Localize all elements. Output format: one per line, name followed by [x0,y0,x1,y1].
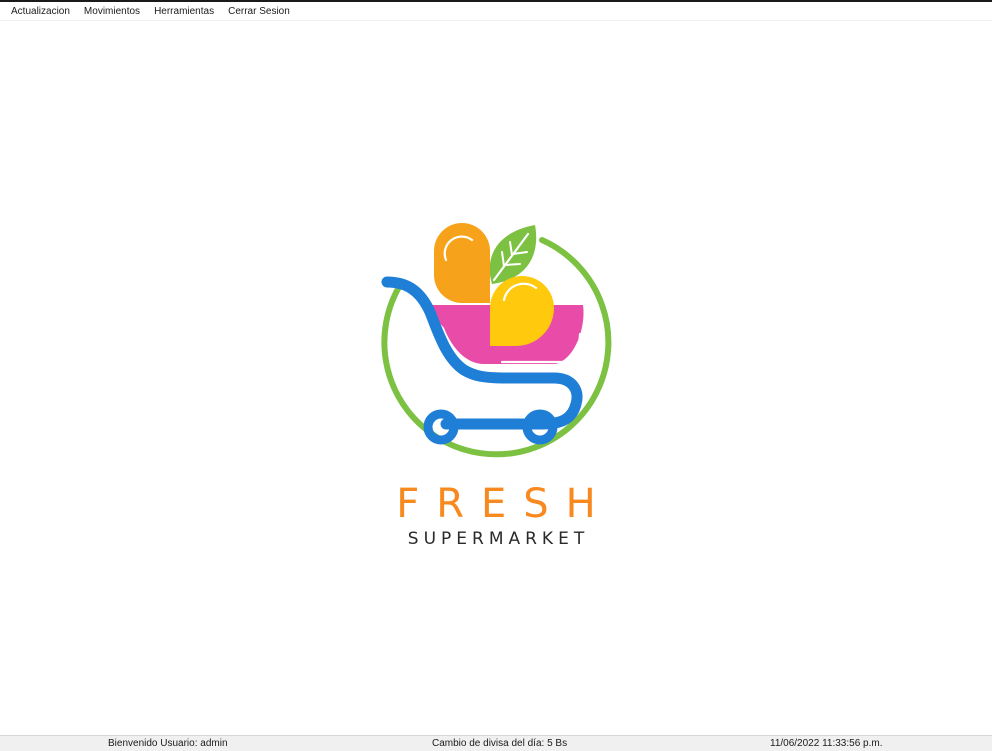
menu-herramientas[interactable]: Herramientas [147,2,221,21]
main-window: Actualizacion Movimientos Herramientas C… [0,0,992,751]
status-exchange-rate: Cambio de divisa del día: 5 Bs [432,738,568,749]
brand-subtitle: SUPERMARKET [407,529,590,549]
status-datetime: 11/06/2022 11:33:56 p.m. [770,738,883,749]
orange-icon [434,223,490,303]
brand-name: FRESH [396,481,613,527]
shopping-cart-with-fruit-icon [376,198,621,463]
status-user: Bienvenido Usuario: admin [108,738,228,749]
status-bar: Bienvenido Usuario: admin Cambio de divi… [0,735,992,751]
cart-wheel-left [423,409,459,445]
menu-bar: Actualizacion Movimientos Herramientas C… [0,2,992,21]
main-content-area: FRESH SUPERMARKET [0,22,992,737]
menu-movimientos[interactable]: Movimientos [77,2,147,21]
menu-actualizacion[interactable]: Actualizacion [4,2,77,21]
menu-cerrar-sesion[interactable]: Cerrar Sesion [221,2,297,21]
leaf-icon [489,225,537,284]
